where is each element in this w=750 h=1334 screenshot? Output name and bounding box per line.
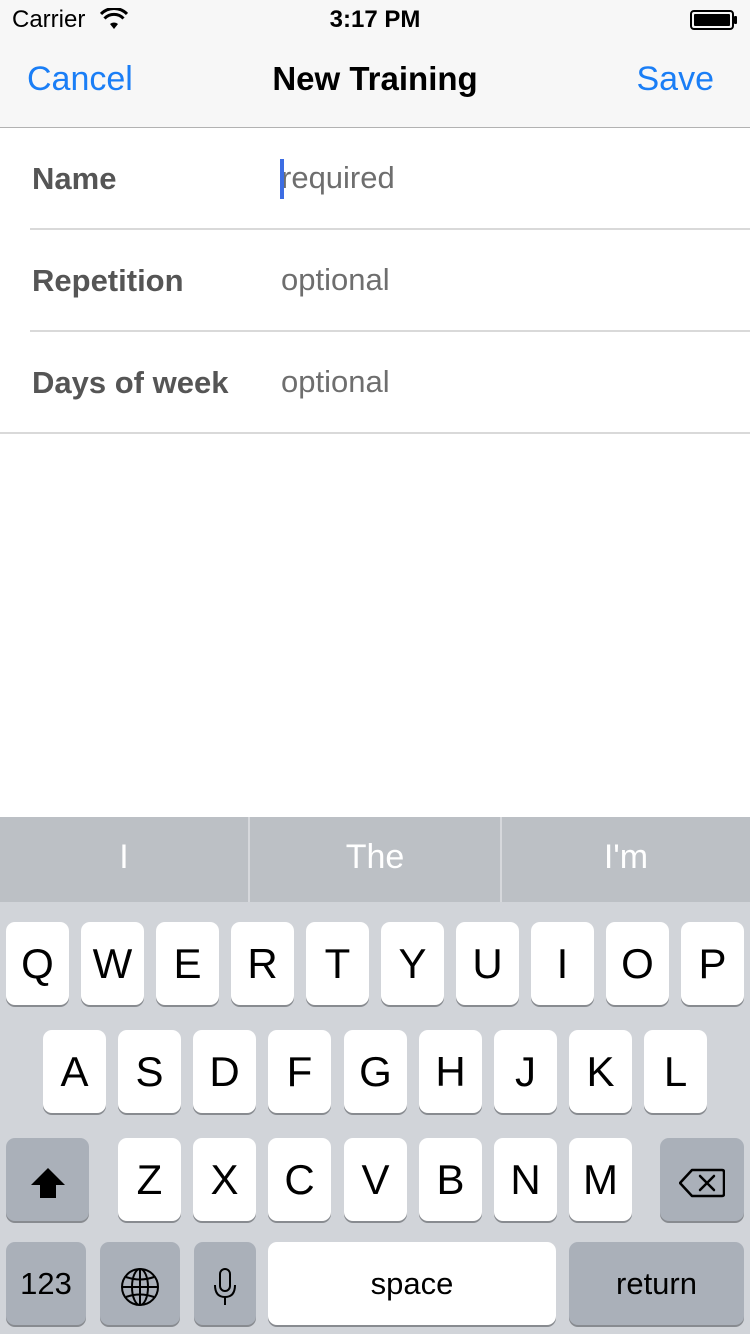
return-key[interactable]: return bbox=[569, 1242, 744, 1325]
numbers-key[interactable]: 123 bbox=[6, 1242, 86, 1325]
suggestion-bar: I The I'm bbox=[0, 817, 750, 902]
status-bar: Carrier 3:17 PM bbox=[0, 0, 750, 40]
key-x[interactable]: X bbox=[193, 1138, 256, 1221]
key-h[interactable]: H bbox=[419, 1030, 482, 1113]
key-u[interactable]: U bbox=[456, 922, 519, 1005]
key-a[interactable]: A bbox=[43, 1030, 106, 1113]
name-field[interactable] bbox=[281, 158, 721, 198]
key-w[interactable]: W bbox=[81, 922, 144, 1005]
key-m[interactable]: M bbox=[569, 1138, 632, 1221]
backspace-key[interactable] bbox=[660, 1138, 744, 1221]
suggestion-item[interactable]: I bbox=[0, 817, 248, 902]
key-v[interactable]: V bbox=[344, 1138, 407, 1221]
form-row-days-of-week: Days of week bbox=[0, 332, 750, 434]
form-row-repetition: Repetition bbox=[0, 230, 750, 332]
key-p[interactable]: P bbox=[681, 922, 744, 1005]
keyboard: I The I'm Q W E R T Y U I O P A S D F G … bbox=[0, 817, 750, 1334]
dictation-key[interactable] bbox=[194, 1242, 256, 1325]
key-q[interactable]: Q bbox=[6, 922, 69, 1005]
clock: 3:17 PM bbox=[329, 6, 421, 33]
key-y[interactable]: Y bbox=[381, 922, 444, 1005]
key-f[interactable]: F bbox=[268, 1030, 331, 1113]
repetition-label: Repetition bbox=[32, 263, 184, 298]
key-z[interactable]: Z bbox=[118, 1138, 181, 1221]
globe-key[interactable] bbox=[100, 1242, 180, 1325]
globe-icon bbox=[121, 1267, 159, 1306]
key-n[interactable]: N bbox=[494, 1138, 557, 1221]
key-d[interactable]: D bbox=[193, 1030, 256, 1113]
key-o[interactable]: O bbox=[606, 922, 669, 1005]
key-j[interactable]: J bbox=[494, 1030, 557, 1113]
key-b[interactable]: B bbox=[419, 1138, 482, 1221]
shift-icon bbox=[30, 1167, 65, 1198]
key-g[interactable]: G bbox=[344, 1030, 407, 1113]
backspace-icon bbox=[678, 1168, 726, 1198]
repetition-field[interactable] bbox=[281, 260, 721, 300]
days-of-week-label: Days of week bbox=[32, 365, 229, 400]
suggestion-item[interactable]: The bbox=[250, 817, 500, 902]
key-k[interactable]: K bbox=[569, 1030, 632, 1113]
key-t[interactable]: T bbox=[306, 922, 369, 1005]
shift-key[interactable] bbox=[6, 1138, 89, 1221]
battery-icon bbox=[690, 10, 737, 30]
microphone-icon bbox=[214, 1267, 236, 1305]
space-key[interactable]: space bbox=[268, 1242, 556, 1325]
save-button[interactable]: Save bbox=[637, 60, 715, 99]
text-caret bbox=[280, 159, 284, 199]
key-c[interactable]: C bbox=[268, 1138, 331, 1221]
divider bbox=[0, 432, 750, 434]
key-e[interactable]: E bbox=[156, 922, 219, 1005]
key-r[interactable]: R bbox=[231, 922, 294, 1005]
name-label: Name bbox=[32, 161, 117, 196]
form-row-name: Name bbox=[0, 128, 750, 230]
key-s[interactable]: S bbox=[118, 1030, 181, 1113]
key-i[interactable]: I bbox=[531, 922, 594, 1005]
navigation-bar: Cancel New Training Save bbox=[0, 40, 750, 128]
days-of-week-field[interactable] bbox=[281, 362, 721, 402]
key-l[interactable]: L bbox=[644, 1030, 707, 1113]
suggestion-item[interactable]: I'm bbox=[502, 817, 750, 902]
